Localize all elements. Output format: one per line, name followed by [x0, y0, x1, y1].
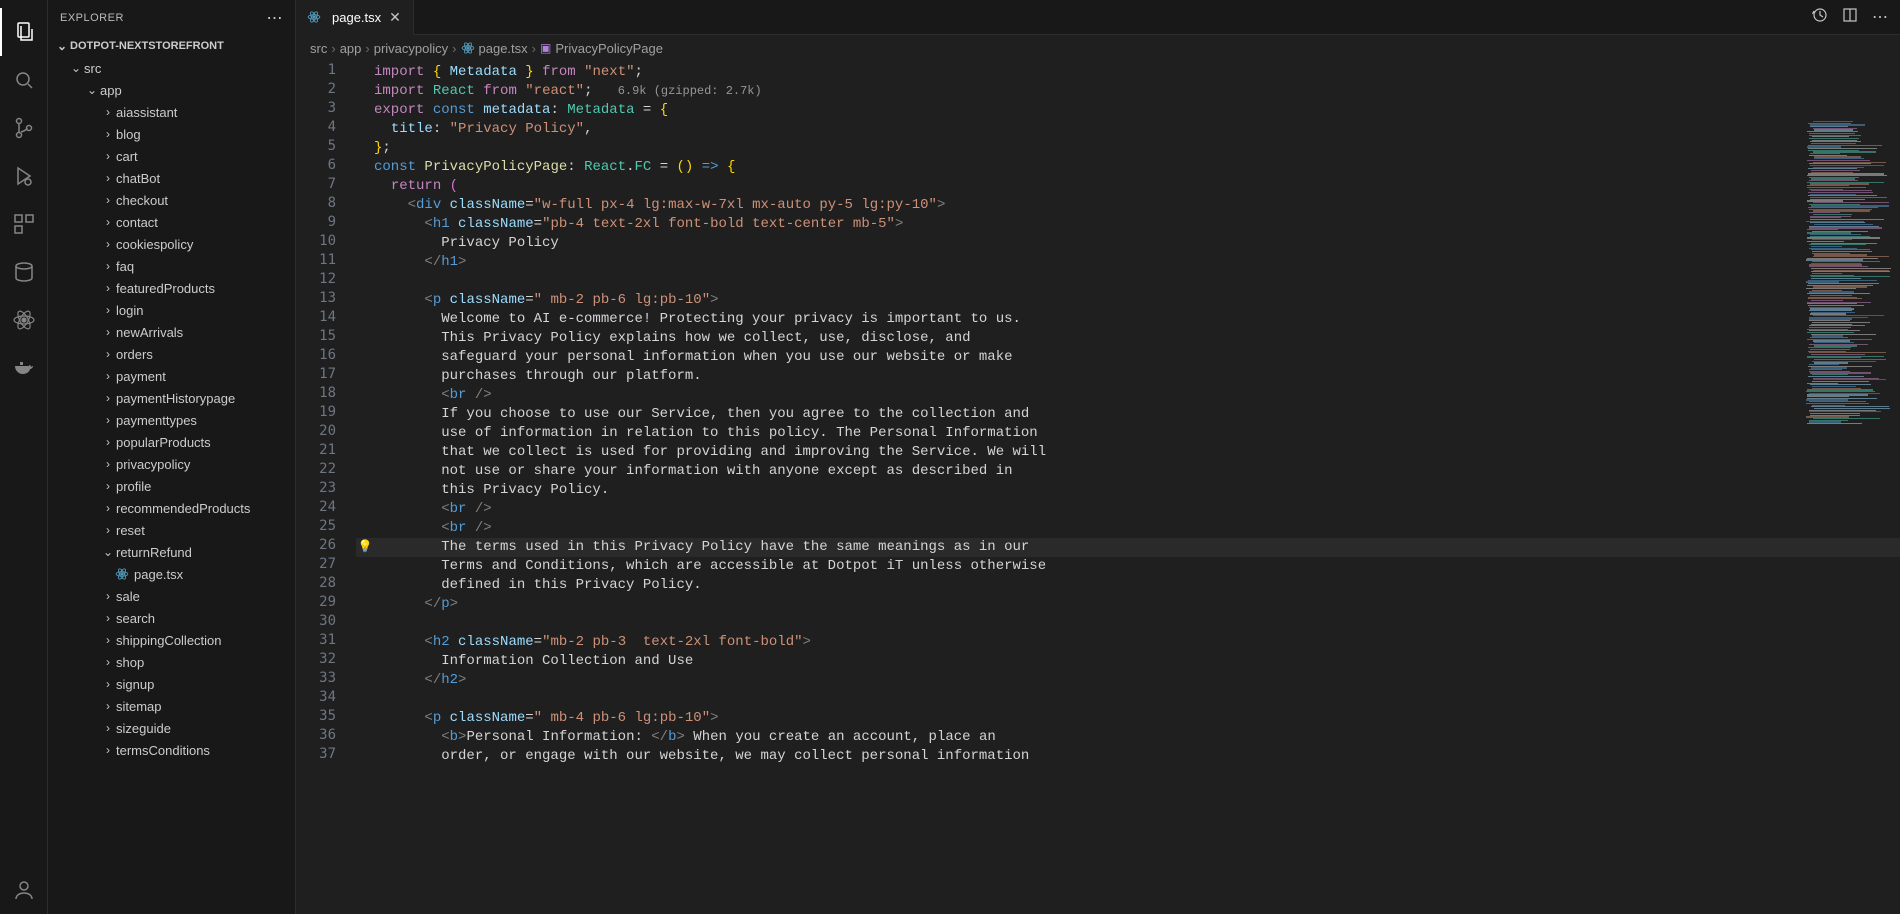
folder-sizeguide[interactable]: ›sizeguide [48, 717, 295, 739]
folder-app[interactable]: ⌄app [48, 79, 295, 101]
breadcrumbs[interactable]: src› app› privacypolicy› page.tsx› ▣ Pri… [296, 35, 1900, 61]
folder-blog[interactable]: ›blog [48, 123, 295, 145]
folder-checkout[interactable]: ›checkout [48, 189, 295, 211]
folder-featuredProducts[interactable]: ›featuredProducts [48, 277, 295, 299]
folder-popularProducts[interactable]: ›popularProducts [48, 431, 295, 453]
extensions-icon[interactable] [0, 200, 48, 248]
split-editor-icon[interactable] [1842, 7, 1858, 27]
source-control-icon[interactable] [0, 104, 48, 152]
tab-bar: page.tsx ✕ ⋯ [296, 0, 1900, 35]
file-tree: ⌄src ⌄app ›aiassistant›blog›cart›chatBot… [48, 57, 295, 914]
tab-actions: ⋯ [1812, 7, 1900, 27]
folder-cookiespolicy[interactable]: ›cookiespolicy [48, 233, 295, 255]
folder-orders[interactable]: ›orders [48, 343, 295, 365]
account-icon[interactable] [0, 866, 48, 914]
react-file-icon [306, 9, 322, 25]
project-root[interactable]: ⌄ DOTPOT-NEXTSTOREFRONT [48, 35, 295, 57]
close-icon[interactable]: ✕ [387, 9, 403, 26]
file-page-tsx[interactable]: page.tsx [48, 563, 295, 585]
more-icon[interactable]: ⋯ [1872, 7, 1888, 27]
line-numbers: 1234567891011121314151617181920212223242… [296, 61, 356, 914]
folder-profile[interactable]: ›profile [48, 475, 295, 497]
code-editor[interactable]: 1234567891011121314151617181920212223242… [296, 61, 1900, 914]
code-content[interactable]: import { Metadata } from "next";import R… [356, 61, 1900, 914]
folder-faq[interactable]: ›faq [48, 255, 295, 277]
react-icon[interactable] [0, 296, 48, 344]
folder-payment[interactable]: ›payment [48, 365, 295, 387]
folder-newArrivals[interactable]: ›newArrivals [48, 321, 295, 343]
activity-bar [0, 0, 48, 914]
react-file-icon [461, 41, 475, 55]
folder-search[interactable]: ›search [48, 607, 295, 629]
folder-reset[interactable]: ›reset [48, 519, 295, 541]
editor-main: page.tsx ✕ ⋯ src› app› privacypolicy› pa… [296, 0, 1900, 914]
explorer-sidebar: EXPLORER ⋯ ⌄ DOTPOT-NEXTSTOREFRONT ⌄src … [48, 0, 296, 914]
db-icon[interactable] [0, 248, 48, 296]
folder-login[interactable]: ›login [48, 299, 295, 321]
tab-page-tsx[interactable]: page.tsx ✕ [296, 0, 414, 35]
folder-privacypolicy[interactable]: ›privacypolicy [48, 453, 295, 475]
sidebar-header: EXPLORER ⋯ [48, 0, 295, 35]
folder-shippingCollection[interactable]: ›shippingCollection [48, 629, 295, 651]
folder-sale[interactable]: ›sale [48, 585, 295, 607]
folder-chatBot[interactable]: ›chatBot [48, 167, 295, 189]
folder-contact[interactable]: ›contact [48, 211, 295, 233]
symbol-icon: ▣ [540, 41, 551, 55]
run-debug-icon[interactable] [0, 152, 48, 200]
search-activity-icon[interactable] [0, 56, 48, 104]
folder-shop[interactable]: ›shop [48, 651, 295, 673]
docker-icon[interactable] [0, 344, 48, 392]
react-file-icon [114, 566, 130, 582]
minimap[interactable] [1806, 121, 1886, 381]
chevron-down-icon: ⌄ [54, 38, 70, 54]
folder-src[interactable]: ⌄src [48, 57, 295, 79]
timeline-icon[interactable] [1812, 7, 1828, 27]
folder-signup[interactable]: ›signup [48, 673, 295, 695]
folder-cart[interactable]: ›cart [48, 145, 295, 167]
folder-termsConditions[interactable]: ›termsConditions [48, 739, 295, 761]
explorer-activity-icon[interactable] [0, 8, 48, 56]
folder-aiassistant[interactable]: ›aiassistant [48, 101, 295, 123]
folder-recommendedProducts[interactable]: ›recommendedProducts [48, 497, 295, 519]
folder-paymentHistorypage[interactable]: ›paymentHistorypage [48, 387, 295, 409]
folder-returnRefund[interactable]: ⌄returnRefund [48, 541, 295, 563]
folder-paymenttypes[interactable]: ›paymenttypes [48, 409, 295, 431]
folder-sitemap[interactable]: ›sitemap [48, 695, 295, 717]
sidebar-more-icon[interactable]: ⋯ [267, 8, 284, 28]
sidebar-title: EXPLORER [60, 12, 124, 24]
